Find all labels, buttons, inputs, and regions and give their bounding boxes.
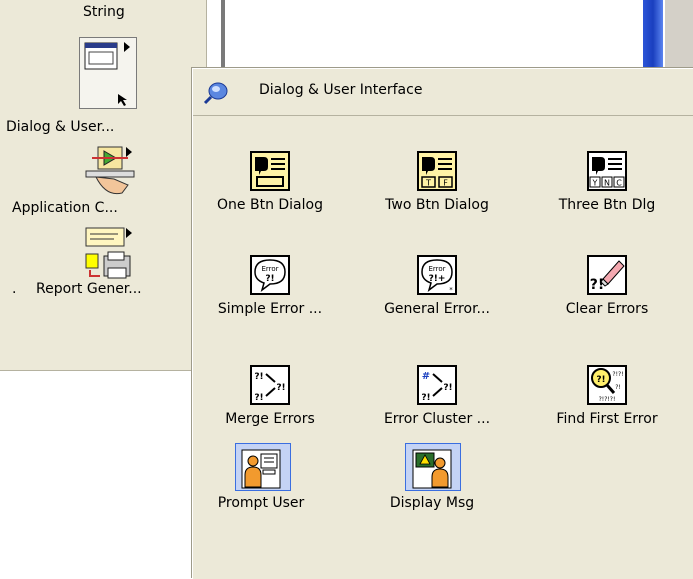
svg-text:?!?!?!: ?!?!?! [599, 396, 616, 403]
error-cluster-label: Error Cluster ... [383, 411, 491, 427]
one-button-dialog-icon [250, 151, 290, 191]
general-error-label: General Error... [384, 301, 490, 317]
palette-item-application-label[interactable]: Application C... [12, 200, 118, 216]
simple-error-icon: Error ?! [250, 255, 290, 295]
two-button-dialog-icon: T F [417, 151, 457, 191]
merge-errors-label: Merge Errors [225, 411, 315, 427]
general-error-handler[interactable]: Error ?!+ * General Error... [357, 255, 517, 345]
three-button-dialog-icon: Y N C [587, 151, 627, 191]
svg-text:F: F [443, 179, 448, 188]
clear-errors-icon: ?! [587, 255, 627, 295]
svg-text:C: C [616, 179, 622, 188]
svg-text:Error: Error [261, 265, 278, 273]
report-generation-icon[interactable] [82, 226, 138, 288]
three-button-dialog[interactable]: Y N C Three Btn Dlg [527, 151, 687, 241]
svg-text:?!: ?! [615, 384, 621, 391]
svg-text:?!: ?! [443, 383, 452, 393]
svg-text:*: * [449, 286, 453, 294]
merge-errors[interactable]: ?! ?! ?! Merge Errors [190, 365, 350, 455]
svg-text:?!?!: ?!?! [612, 371, 623, 378]
pin-icon[interactable] [203, 81, 229, 105]
display-message[interactable]: Display Msg [352, 449, 512, 539]
merge-errors-icon: ?! ?! ?! [250, 365, 290, 405]
svg-text:?!: ?! [421, 393, 430, 403]
svg-text:#: # [422, 371, 430, 382]
display-message-label: Display Msg [389, 495, 475, 511]
svg-text:?!: ?! [254, 393, 263, 403]
application-control-icon[interactable] [82, 143, 138, 203]
clear-errors[interactable]: ?! Clear Errors [527, 255, 687, 345]
svg-text:Y: Y [592, 179, 598, 188]
dialog-user-interface-palette: Dialog & User Interface One Btn Dialog T… [192, 68, 693, 579]
svg-text:?!: ?! [276, 383, 285, 393]
palette-title-bar: Dialog & User Interface [193, 69, 693, 116]
svg-text:?!: ?! [596, 375, 605, 385]
palette-item-report-label[interactable]: Report Gener... [36, 281, 142, 297]
background-palette: String Dialog & User... Application C... [0, 0, 207, 371]
prompt-user-label: Prompt User [217, 495, 305, 511]
palette-item-string-label[interactable]: String [83, 4, 125, 20]
left-dot: . [12, 281, 17, 297]
svg-text:?!: ?! [254, 372, 263, 382]
error-cluster-from-error-code[interactable]: # ?! ?! Error Cluster ... [357, 365, 517, 455]
prompt-user[interactable]: Prompt User [181, 449, 341, 539]
one-button-dialog[interactable]: One Btn Dialog [190, 151, 350, 241]
svg-text:?!: ?! [265, 274, 274, 284]
clear-errors-label: Clear Errors [565, 301, 649, 317]
dialog-user-palette-icon[interactable] [79, 37, 137, 109]
palette-item-dialog-label[interactable]: Dialog & User... [6, 119, 114, 135]
palette-title: Dialog & User Interface [259, 82, 423, 98]
general-error-icon: Error ?!+ * [417, 255, 457, 295]
three-button-dialog-label: Three Btn Dlg [558, 197, 656, 213]
svg-text:?!: ?! [590, 277, 605, 293]
find-first-error[interactable]: ?! ?!?! ?! ?!?!?! Find First Error [527, 365, 687, 455]
error-cluster-icon: # ?! ?! [417, 365, 457, 405]
simple-error-label: Simple Error ... [217, 301, 323, 317]
svg-text:?!+: ?!+ [429, 274, 446, 284]
two-button-dialog-label: Two Btn Dialog [385, 197, 489, 213]
prompt-user-icon [241, 449, 281, 489]
two-button-dialog[interactable]: T F Two Btn Dialog [357, 151, 517, 241]
svg-text:N: N [604, 179, 610, 188]
display-message-icon [412, 449, 452, 489]
svg-text:T: T [425, 179, 431, 188]
svg-text:Error: Error [428, 265, 445, 273]
simple-error-handler[interactable]: Error ?! Simple Error ... [190, 255, 350, 345]
find-first-error-label: Find First Error [556, 411, 658, 427]
one-button-dialog-label: One Btn Dialog [217, 197, 323, 213]
find-first-error-icon: ?! ?!?! ?! ?!?!?! [587, 365, 627, 405]
